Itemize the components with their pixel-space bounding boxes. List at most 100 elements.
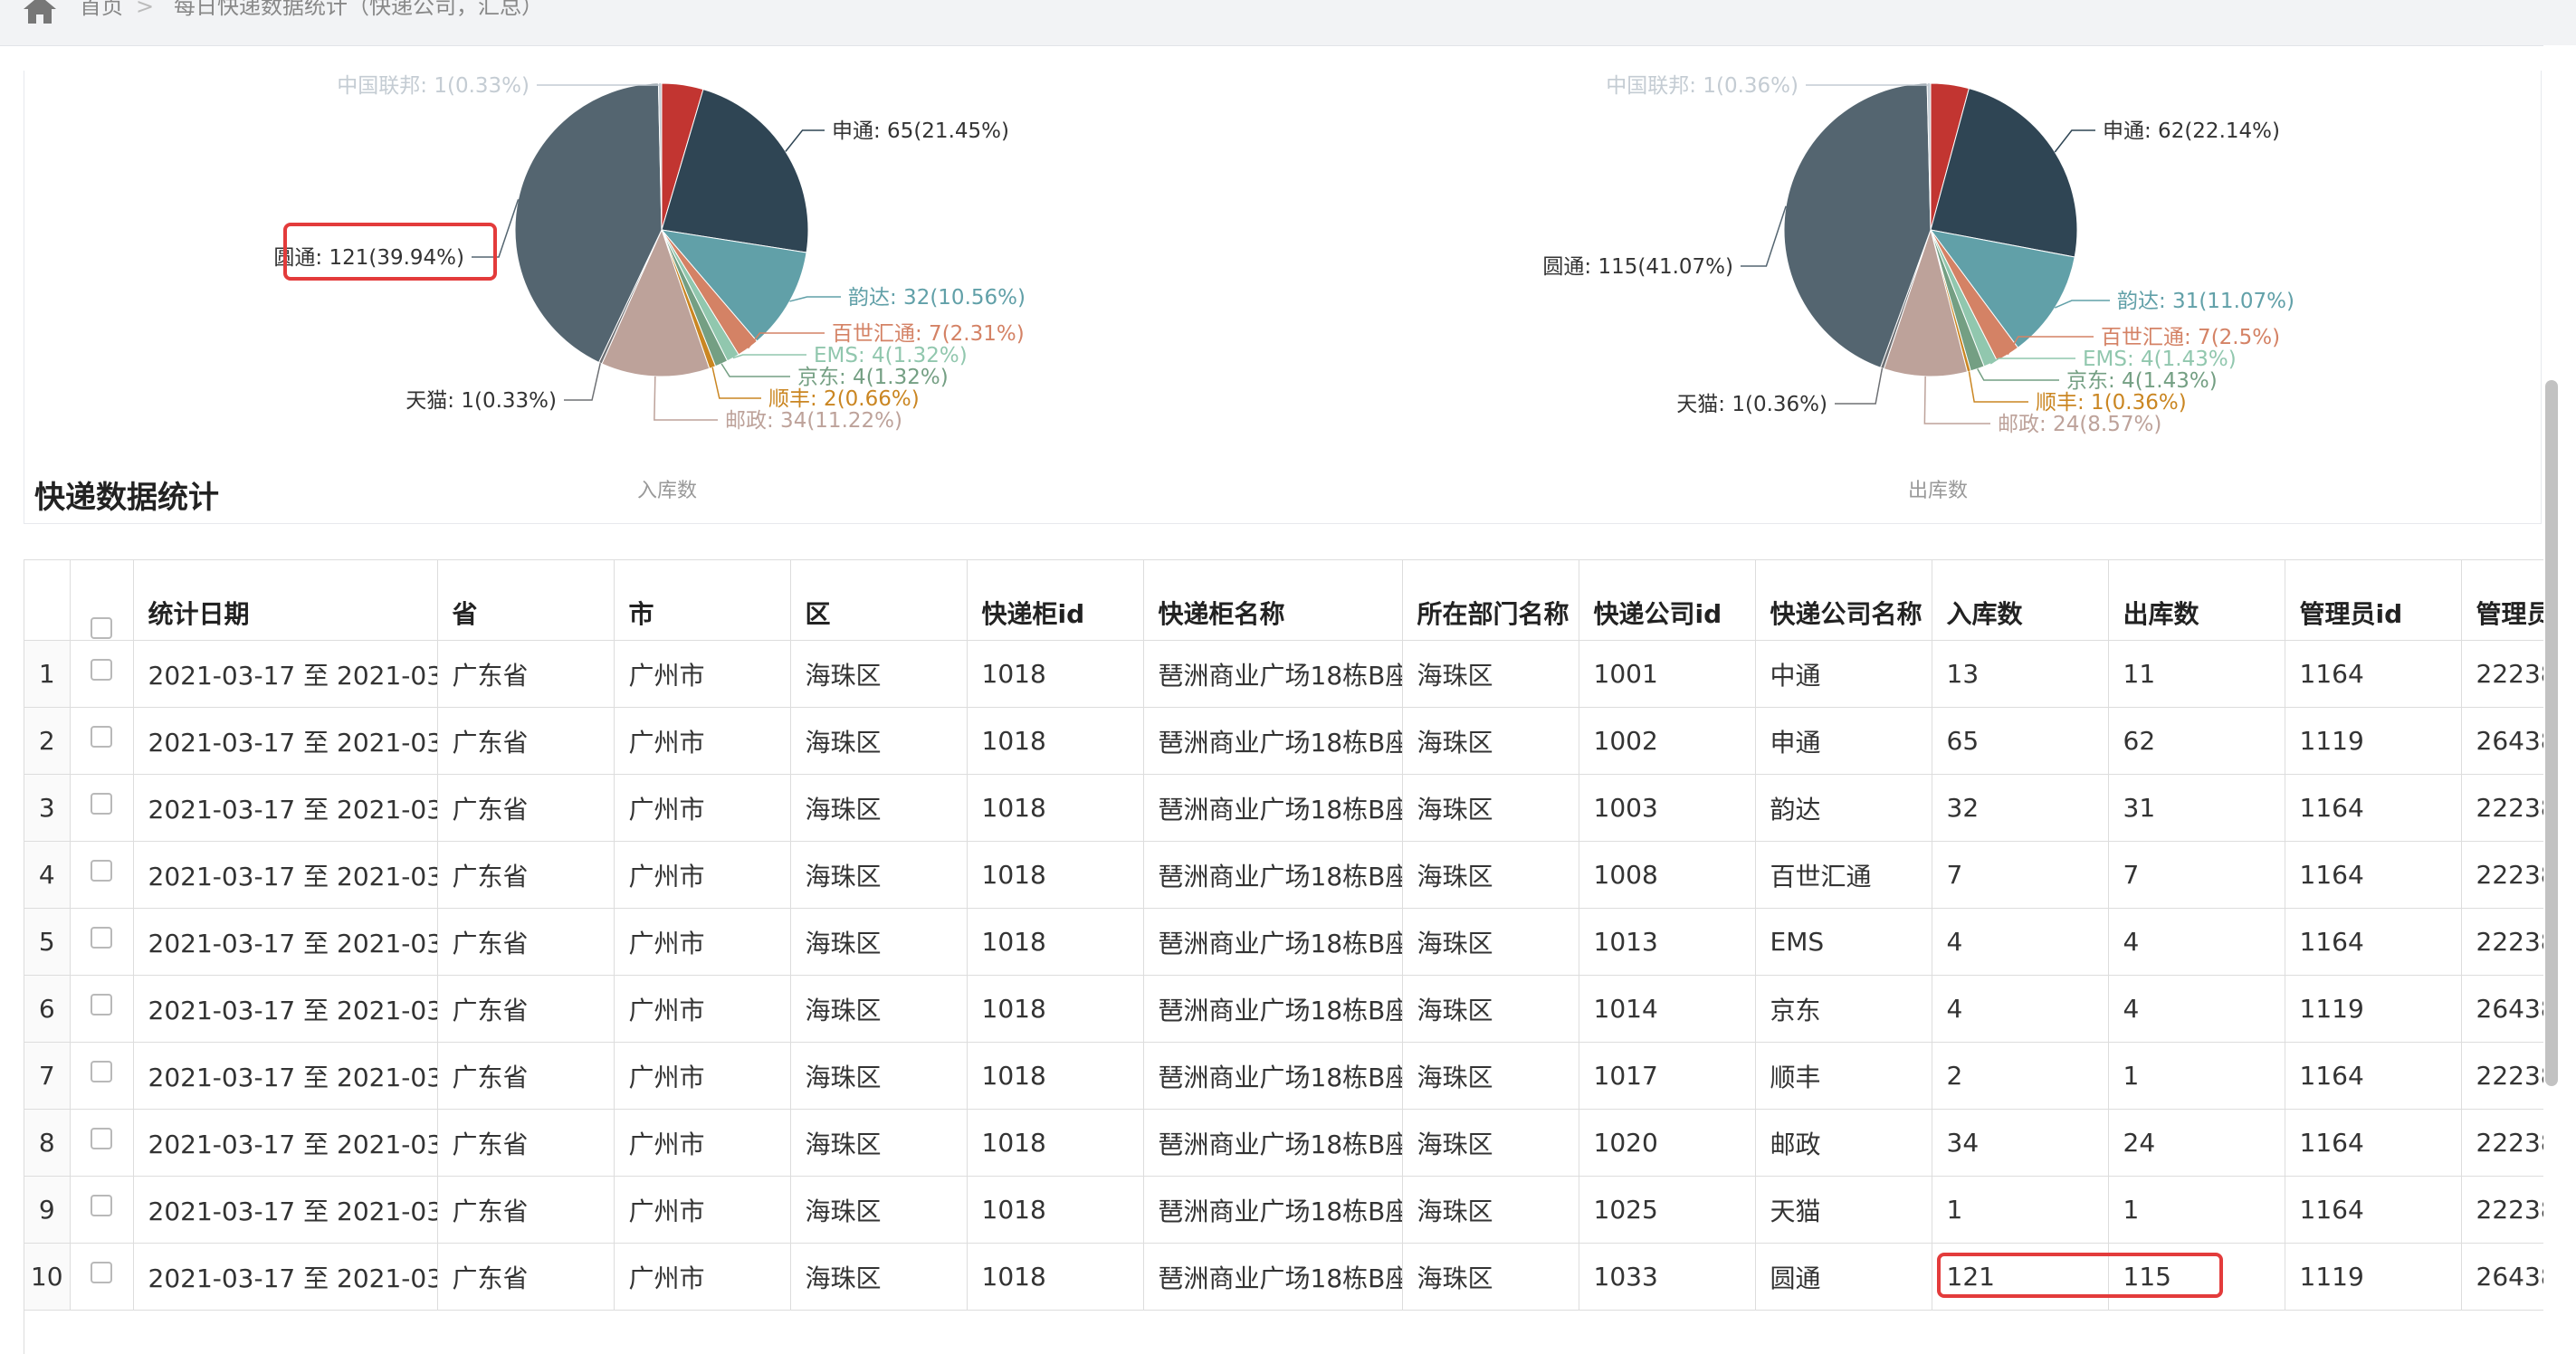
row-number: 4: [24, 841, 71, 909]
table-cell: 琶洲商业广场18栋B座: [1143, 975, 1403, 1043]
home-icon[interactable]: [20, 0, 60, 25]
row-select-cell: [70, 908, 134, 976]
select-all-checkbox[interactable]: [91, 617, 112, 639]
table-row[interactable]: 32021-03-17 至 2021-03-23广东省广州市海珠区1018琶洲商…: [24, 774, 2544, 842]
table-cell: 1164: [2285, 1176, 2462, 1244]
vertical-scrollbar[interactable]: [2543, 45, 2576, 1354]
pie-label-line: [654, 376, 718, 421]
column-header[interactable]: 所在部门名称: [1402, 560, 1579, 641]
row-checkbox[interactable]: [91, 1195, 112, 1216]
table-row[interactable]: 92021-03-17 至 2021-03-23广东省广州市海珠区1018琶洲商…: [24, 1176, 2544, 1244]
column-header[interactable]: 快递公司id: [1579, 560, 1756, 641]
row-checkbox[interactable]: [91, 927, 112, 949]
table-cell: 4: [1932, 908, 2109, 976]
pie-label: 百世汇通: 7(2.31%): [832, 322, 1025, 346]
table-cell: 顺丰: [1755, 1042, 1932, 1110]
column-header[interactable]: 管理员: [2461, 560, 2544, 641]
table-cell: 2021-03-17 至 2021-03-23: [133, 1176, 438, 1244]
row-select-cell: [70, 1243, 134, 1311]
table-cell: 广州市: [614, 1109, 791, 1177]
table-cell: 2021-03-17 至 2021-03-23: [133, 707, 438, 775]
table-cell: 韵达: [1755, 774, 1932, 842]
pie-label: EMS: 4(1.32%): [814, 344, 968, 367]
table-cell: 广东省: [437, 908, 615, 976]
table-cell: 26438: [2461, 1243, 2544, 1311]
pie-label-line: [537, 82, 661, 86]
table-cell: 琶洲商业广场18栋B座: [1143, 1042, 1403, 1110]
pie-label-line: [2054, 300, 2110, 309]
table-cell: 2021-03-17 至 2021-03-23: [133, 1109, 438, 1177]
row-select-cell: [70, 1176, 134, 1244]
table-cell: 1164: [2285, 640, 2462, 708]
table-cell: 2021-03-17 至 2021-03-23: [133, 1243, 438, 1311]
table-cell: 22238: [2461, 1042, 2544, 1110]
table-cell: 4: [2108, 908, 2285, 976]
table-cell: 海珠区: [1402, 1109, 1579, 1177]
table-cell: EMS: [1755, 908, 1932, 976]
table-cell: 1001: [1579, 640, 1756, 708]
table-cell: 琶洲商业广场18栋B座: [1143, 908, 1403, 976]
table-cell: 海珠区: [790, 1109, 968, 1177]
table-row[interactable]: 62021-03-17 至 2021-03-23广东省广州市海珠区1018琶洲商…: [24, 975, 2544, 1043]
table-row[interactable]: 72021-03-17 至 2021-03-23广东省广州市海珠区1018琶洲商…: [24, 1042, 2544, 1110]
scrollbar-thumb[interactable]: [2545, 380, 2558, 1086]
table-row[interactable]: 82021-03-17 至 2021-03-23广东省广州市海珠区1018琶洲商…: [24, 1109, 2544, 1177]
column-header[interactable]: 省: [437, 560, 615, 641]
table-row[interactable]: 42021-03-17 至 2021-03-23广东省广州市海珠区1018琶洲商…: [24, 841, 2544, 909]
column-header[interactable]: 出库数: [2108, 560, 2285, 641]
column-header[interactable]: 快递柜名称: [1143, 560, 1403, 641]
table-cell: 1018: [967, 975, 1144, 1043]
table-cell: 广东省: [437, 975, 615, 1043]
table-cell: 24: [2108, 1109, 2285, 1177]
pie-label: 申通: 62(22.14%): [2103, 119, 2280, 143]
row-checkbox[interactable]: [91, 793, 112, 815]
table-cell: 1018: [967, 707, 1144, 775]
row-checkbox[interactable]: [91, 860, 112, 882]
select-all-header: [70, 560, 134, 641]
table-row[interactable]: 22021-03-17 至 2021-03-23广东省广州市海珠区1018琶洲商…: [24, 707, 2544, 775]
table-cell: 2021-03-17 至 2021-03-23: [133, 975, 438, 1043]
pie-label-line: [564, 362, 601, 401]
row-checkbox[interactable]: [91, 726, 112, 748]
column-header[interactable]: 快递公司名称: [1755, 560, 1932, 641]
column-header[interactable]: 管理员id: [2285, 560, 2462, 641]
table-row[interactable]: 12021-03-17 至 2021-03-23广东省广州市海珠区1018琶洲商…: [24, 640, 2544, 708]
column-header[interactable]: 区: [790, 560, 968, 641]
pie-label-line: [785, 129, 825, 152]
table-cell: 天猫: [1755, 1176, 1932, 1244]
row-select-cell: [70, 975, 134, 1043]
row-checkbox[interactable]: [91, 1262, 112, 1283]
table-cell: 1: [2108, 1042, 2285, 1110]
row-checkbox[interactable]: [91, 1061, 112, 1082]
table-cell: 65: [1932, 707, 2109, 775]
table-cell: 海珠区: [790, 841, 968, 909]
table-cell: 琶洲商业广场18栋B座: [1143, 640, 1403, 708]
breadcrumb-current: 每日快递数据统计（快递公司，汇总）: [174, 0, 543, 19]
column-header[interactable]: 市: [614, 560, 791, 641]
pie-label-line: [1977, 368, 2059, 381]
breadcrumb-home-link[interactable]: 首页: [80, 0, 123, 20]
table-cell: 琶洲商业广场18栋B座: [1143, 774, 1403, 842]
pie-label: 申通: 65(21.45%): [832, 119, 1009, 143]
row-checkbox[interactable]: [91, 1128, 112, 1149]
column-header[interactable]: 入库数: [1932, 560, 2109, 641]
table-header-row: 统计日期 省 市 区 快递柜id 快递柜名称 所在部门名称 快递公司id 快递公…: [24, 560, 2544, 641]
table-cell: 海珠区: [790, 908, 968, 976]
table-cell: 2021-03-17 至 2021-03-23: [133, 1042, 438, 1110]
table-cell: 海珠区: [790, 1176, 968, 1244]
table-row[interactable]: 52021-03-17 至 2021-03-23广东省广州市海珠区1018琶洲商…: [24, 908, 2544, 976]
table-cell: 广东省: [437, 1042, 615, 1110]
row-number: 3: [24, 774, 71, 842]
column-header[interactable]: 统计日期: [133, 560, 438, 641]
pie-label: 韵达: 32(10.56%): [848, 286, 1026, 310]
row-select-cell: [70, 1109, 134, 1177]
row-checkbox[interactable]: [91, 659, 112, 681]
data-table-container: 统计日期 省 市 区 快递柜id 快递柜名称 所在部门名称 快递公司id 快递公…: [24, 559, 2544, 1354]
table-cell: 海珠区: [1402, 1042, 1579, 1110]
row-checkbox[interactable]: [91, 994, 112, 1016]
table-cell: 2021-03-17 至 2021-03-23: [133, 908, 438, 976]
table-cell: 62: [2108, 707, 2285, 775]
table-cell: 广州市: [614, 841, 791, 909]
pie-label: 顺丰: 1(0.36%): [2036, 391, 2187, 415]
column-header[interactable]: 快递柜id: [967, 560, 1144, 641]
